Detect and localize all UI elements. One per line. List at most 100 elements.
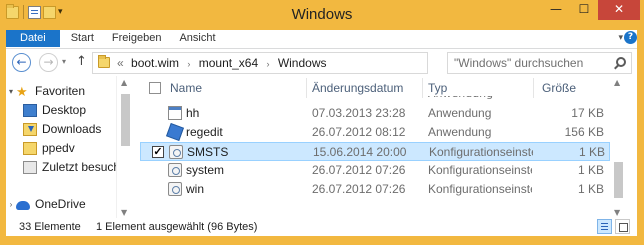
details-view-icon[interactable] bbox=[597, 219, 612, 234]
ribbon-tabs: Datei Start Freigeben Ansicht ▾ ? bbox=[6, 30, 637, 47]
partial-row: Anwendung bbox=[312, 96, 602, 99]
sidebar-item-onedrive[interactable]: › OneDrive bbox=[6, 195, 86, 213]
breadcrumb-separator-icon[interactable]: › bbox=[187, 59, 190, 69]
breadcrumb-separator-icon[interactable]: › bbox=[266, 59, 269, 69]
select-all-checkbox[interactable] bbox=[149, 82, 161, 94]
scrollbar-thumb[interactable] bbox=[121, 94, 130, 146]
forward-button[interactable]: → bbox=[39, 53, 58, 72]
sidebar-item-label: Zuletzt besucht bbox=[42, 160, 124, 174]
application-icon bbox=[168, 106, 182, 120]
onedrive-icon bbox=[16, 200, 30, 210]
file-name: win bbox=[186, 182, 205, 196]
file-type: Konfigurationseinste... bbox=[428, 182, 532, 196]
navigation-bar: ← → ▾ ↑ « boot.wim › mount_x64 › Windows… bbox=[6, 48, 637, 75]
recent-places-icon bbox=[23, 160, 37, 174]
file-name: regedit bbox=[186, 125, 223, 139]
file-size: 17 KB bbox=[571, 106, 604, 120]
column-divider[interactable] bbox=[533, 78, 534, 98]
search-icon[interactable] bbox=[616, 57, 626, 67]
sidebar-item-label: Downloads bbox=[42, 122, 102, 136]
column-header-name[interactable]: Name bbox=[170, 76, 202, 100]
config-file-icon bbox=[168, 182, 182, 196]
expand-ribbon-chevron-icon[interactable]: ▾ bbox=[618, 33, 623, 43]
collapse-chevron-icon[interactable]: ▾ bbox=[6, 87, 16, 96]
folder-icon bbox=[23, 141, 37, 155]
file-size: 1 KB bbox=[577, 182, 604, 196]
sidebar-item-label: OneDrive bbox=[35, 197, 86, 211]
address-bar[interactable]: « boot.wim › mount_x64 › Windows ▾ ↻ bbox=[92, 52, 515, 74]
help-button[interactable]: ? bbox=[624, 31, 637, 44]
breadcrumb-item-mount-x64[interactable]: mount_x64 bbox=[199, 56, 258, 70]
file-date: 15.06.2014 20:00 bbox=[313, 145, 407, 159]
file-name: system bbox=[186, 163, 225, 177]
expand-chevron-icon[interactable]: › bbox=[6, 200, 16, 209]
file-type: Konfigurationseinste... bbox=[428, 163, 532, 177]
back-button[interactable]: ← bbox=[12, 53, 31, 72]
title-bar: ▾ Windows — ☐ ✕ bbox=[0, 0, 644, 30]
sidebar-item-desktop[interactable]: Desktop bbox=[23, 101, 86, 119]
desktop-icon bbox=[23, 103, 37, 117]
scroll-down-icon[interactable]: ▼ bbox=[614, 208, 620, 217]
star-icon: ★ bbox=[16, 83, 28, 99]
status-bar: 33 Elemente 1 Element ausgewählt (96 Byt… bbox=[6, 218, 637, 236]
tab-ansicht[interactable]: Ansicht bbox=[170, 30, 224, 47]
search-placeholder: "Windows" durchsuchen bbox=[454, 56, 584, 70]
breadcrumb-overflow[interactable]: « bbox=[117, 56, 124, 70]
recent-locations-chevron-icon[interactable]: ▾ bbox=[62, 57, 66, 66]
column-divider[interactable] bbox=[306, 78, 307, 98]
file-date: 26.07.2012 07:26 bbox=[312, 163, 406, 177]
file-list-scrollbar[interactable]: ▲ ▼ bbox=[610, 76, 627, 219]
tab-datei[interactable]: Datei bbox=[6, 30, 60, 47]
file-size: 1 KB bbox=[577, 163, 604, 177]
minimize-button[interactable]: — bbox=[542, 0, 570, 20]
row-checkbox-checked[interactable]: ✓ bbox=[152, 146, 164, 158]
table-row[interactable]: hh 07.03.2013 23:28 Anwendung 17 KB bbox=[140, 104, 610, 123]
table-row[interactable]: win 26.07.2012 07:26 Konfigurationseinst… bbox=[140, 180, 610, 199]
file-date: 26.07.2012 08:12 bbox=[312, 125, 406, 139]
close-button[interactable]: ✕ bbox=[598, 0, 640, 20]
downloads-icon bbox=[23, 122, 37, 136]
item-count: 33 Elemente bbox=[19, 221, 81, 233]
breadcrumb-item-boot-wim[interactable]: boot.wim bbox=[131, 56, 179, 70]
scroll-down-icon[interactable]: ▼ bbox=[121, 208, 127, 217]
selection-info: 1 Element ausgewählt (96 Bytes) bbox=[96, 221, 258, 233]
config-file-icon bbox=[168, 163, 182, 177]
file-name: hh bbox=[186, 106, 200, 120]
maximize-button[interactable]: ☐ bbox=[570, 0, 598, 20]
regedit-icon bbox=[166, 123, 184, 141]
file-list: Name Änderungsdatum Typ Größe Anwendung … bbox=[140, 76, 610, 219]
sidebar-item-zuletzt-besucht[interactable]: Zuletzt besucht bbox=[23, 158, 123, 176]
search-input[interactable]: "Windows" durchsuchen bbox=[447, 52, 632, 74]
file-type: Anwendung bbox=[428, 106, 492, 120]
explorer-window: ▾ Windows — ☐ ✕ Datei Start Freigeben An… bbox=[0, 0, 644, 245]
partial-row-type: Anwendung bbox=[428, 96, 493, 99]
breadcrumb: « boot.wim › mount_x64 › Windows bbox=[117, 56, 327, 70]
file-date: 07.03.2013 23:28 bbox=[312, 106, 406, 120]
file-size: 1 KB bbox=[578, 145, 605, 159]
table-row-selected[interactable]: ✓ SMSTS 15.06.2014 20:00 Konfigurationse… bbox=[140, 142, 610, 161]
table-row[interactable]: system 26.07.2012 07:26 Konfigurationsei… bbox=[140, 161, 610, 180]
large-icons-view-icon[interactable] bbox=[615, 219, 630, 234]
file-name: SMSTS bbox=[187, 145, 229, 159]
scrollbar-thumb[interactable] bbox=[614, 162, 623, 198]
sidebar-item-favoriten[interactable]: ▾ ★ Favoriten bbox=[6, 82, 85, 100]
tab-start[interactable]: Start bbox=[62, 30, 103, 47]
scroll-up-icon[interactable]: ▲ bbox=[614, 78, 620, 87]
sidebar-item-label: Favoriten bbox=[35, 84, 86, 98]
scroll-up-icon[interactable]: ▲ bbox=[121, 78, 127, 87]
column-divider[interactable] bbox=[422, 78, 423, 98]
sidebar-item-label: ppedv bbox=[42, 141, 75, 155]
config-file-icon bbox=[169, 145, 183, 159]
navigation-pane: ▾ ★ Favoriten Desktop Downloads ppedv Zu… bbox=[6, 76, 123, 219]
up-button[interactable]: ↑ bbox=[76, 54, 87, 69]
breadcrumb-item-windows[interactable]: Windows bbox=[278, 56, 327, 70]
file-type: Konfigurationseinste... bbox=[429, 145, 533, 159]
navigation-pane-scrollbar[interactable]: ▲ ▼ bbox=[116, 76, 133, 219]
sidebar-item-downloads[interactable]: Downloads bbox=[23, 120, 101, 138]
sidebar-item-ppedv[interactable]: ppedv bbox=[23, 139, 75, 157]
file-size: 156 KB bbox=[564, 125, 604, 139]
folder-icon bbox=[98, 55, 110, 68]
table-row[interactable]: regedit 26.07.2012 08:12 Anwendung 156 K… bbox=[140, 123, 610, 142]
tab-freigeben[interactable]: Freigeben bbox=[103, 30, 171, 47]
file-type: Anwendung bbox=[428, 125, 492, 139]
